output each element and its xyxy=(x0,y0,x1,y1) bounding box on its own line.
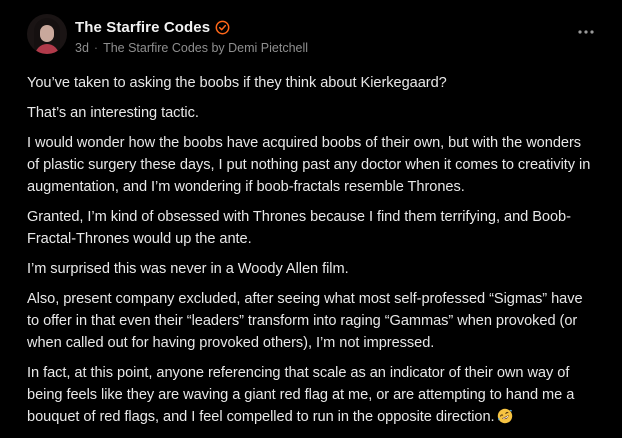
note-paragraph-last: In fact, at this point, anyone referenci… xyxy=(27,362,596,428)
note-header: The Starfire Codes 3d · The Starfire Cod… xyxy=(27,14,596,60)
verified-check-icon xyxy=(215,20,230,34)
note-paragraph: I’m surprised this was never in a Woody … xyxy=(27,261,349,277)
separator-dot: · xyxy=(93,40,99,55)
author-subline: 3d · The Starfire Codes by Demi Pietchel… xyxy=(75,39,308,56)
note-paragraph: Also, present company excluded, after se… xyxy=(27,291,583,351)
author-meta: The Starfire Codes 3d · The Starfire Cod… xyxy=(75,14,308,56)
note-paragraph: That’s an interesting tactic. xyxy=(27,105,199,121)
note-paragraph: You’ve taken to asking the boobs if they… xyxy=(27,75,447,91)
note-paragraph-text: In fact, at this point, anyone referenci… xyxy=(27,365,575,425)
publication-link[interactable]: The Starfire Codes by Demi Pietchell xyxy=(103,41,308,55)
note-paragraph: I would wonder how the boobs have acquir… xyxy=(27,135,591,195)
more-horizontal-icon[interactable] xyxy=(576,26,596,38)
note-body: You’ve taken to asking the boobs if they… xyxy=(27,72,596,428)
author-name[interactable]: The Starfire Codes xyxy=(75,19,210,36)
note-paragraph: Granted, I’m kind of obsessed with Thron… xyxy=(27,209,571,247)
rolling-on-floor-laughing-emoji xyxy=(497,408,512,424)
timestamp[interactable]: 3d xyxy=(75,41,89,55)
note-card: The Starfire Codes 3d · The Starfire Cod… xyxy=(0,0,622,438)
avatar[interactable] xyxy=(27,14,67,54)
author-name-row: The Starfire Codes xyxy=(75,17,308,37)
